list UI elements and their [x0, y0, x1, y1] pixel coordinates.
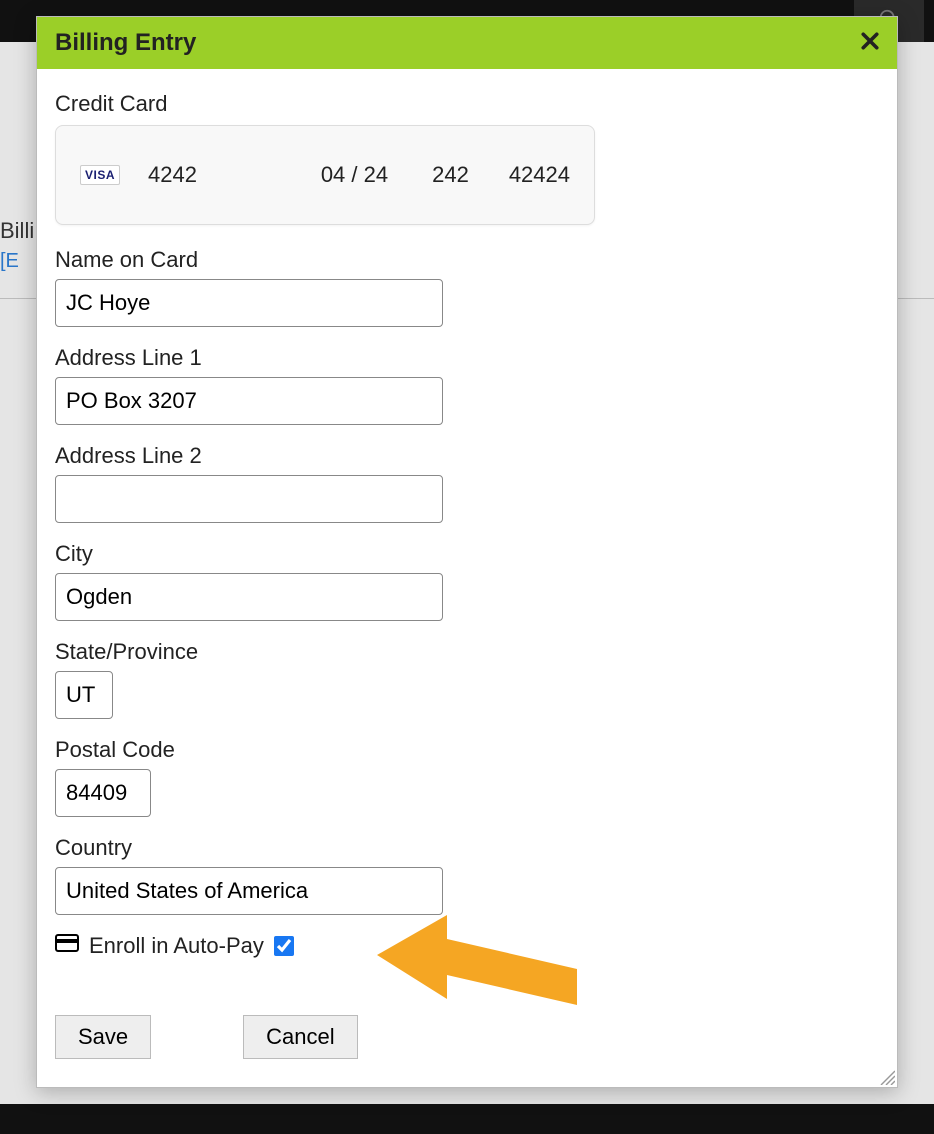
- cancel-button[interactable]: Cancel: [243, 1015, 357, 1059]
- state-province-input[interactable]: [55, 671, 113, 719]
- close-icon: [861, 37, 879, 54]
- autopay-row: Enroll in Auto-Pay: [55, 933, 879, 959]
- name-on-card-label: Name on Card: [55, 247, 879, 273]
- modal-title: Billing Entry: [55, 29, 196, 57]
- background-cut-text: Billi: [0, 218, 34, 244]
- modal-body: Credit Card VISA 4242 04 / 24 242 42424 …: [37, 69, 897, 979]
- card-last4: 4242: [148, 162, 197, 188]
- bottom-bar: [0, 1104, 934, 1134]
- resize-grip-icon: [877, 1072, 895, 1089]
- postal-code-input[interactable]: [55, 769, 151, 817]
- city-input[interactable]: [55, 573, 443, 621]
- credit-card-widget[interactable]: VISA 4242 04 / 24 242 42424: [55, 125, 595, 225]
- autopay-label: Enroll in Auto-Pay: [89, 933, 264, 959]
- card-expiry: 04 / 24: [321, 162, 388, 188]
- autopay-checkbox[interactable]: [274, 936, 294, 956]
- save-button[interactable]: Save: [55, 1015, 151, 1059]
- modal-button-row: Save Cancel: [55, 1015, 358, 1059]
- billing-entry-modal: Billing Entry Credit Card VISA 4242 04 /…: [36, 16, 898, 1088]
- card-brand-icon: VISA: [80, 165, 120, 185]
- country-label: Country: [55, 835, 879, 861]
- address-line-1-label: Address Line 1: [55, 345, 879, 371]
- address-line-2-label: Address Line 2: [55, 443, 879, 469]
- card-zip: 42424: [509, 162, 570, 188]
- address-line-2-input[interactable]: [55, 475, 443, 523]
- background-cut-link: [E: [0, 250, 19, 273]
- close-button[interactable]: [861, 32, 879, 55]
- country-input[interactable]: [55, 867, 443, 915]
- address-line-1-input[interactable]: [55, 377, 443, 425]
- credit-card-icon: [55, 933, 79, 959]
- postal-code-label: Postal Code: [55, 737, 879, 763]
- resize-handle[interactable]: [877, 1067, 895, 1085]
- card-cvc: 242: [432, 162, 469, 188]
- state-province-label: State/Province: [55, 639, 879, 665]
- modal-header: Billing Entry: [37, 17, 897, 69]
- credit-card-label: Credit Card: [55, 91, 879, 117]
- arrow-left-icon: [377, 1022, 597, 1039]
- name-on-card-input[interactable]: [55, 279, 443, 327]
- city-label: City: [55, 541, 879, 567]
